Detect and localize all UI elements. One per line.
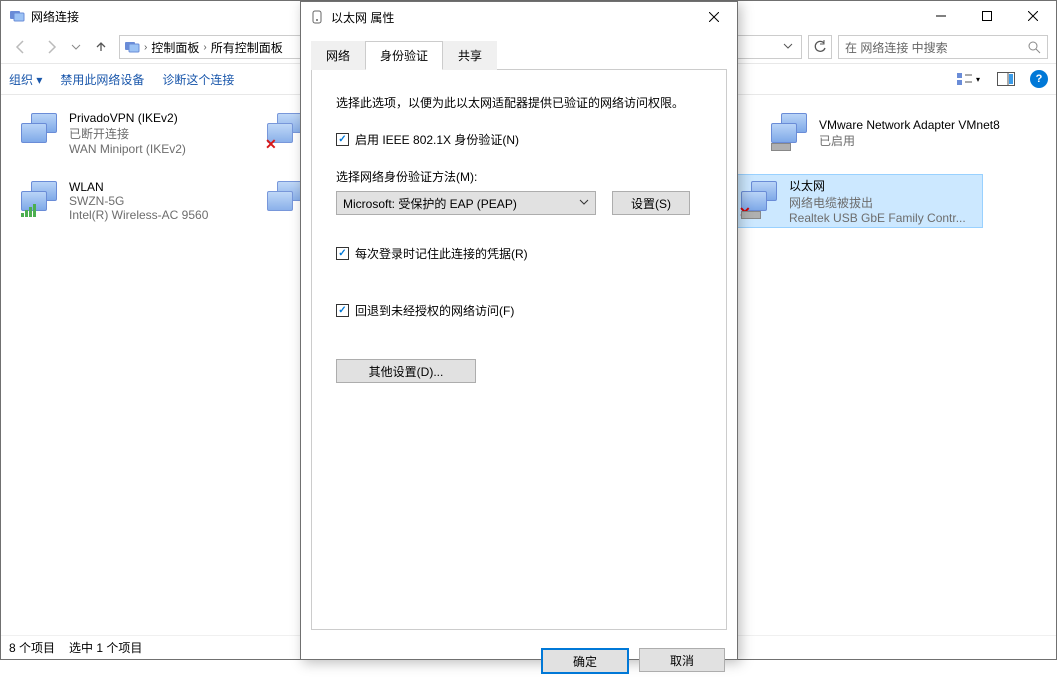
enable-8021x-label: 启用 IEEE 802.1X 身份验证(N)	[355, 131, 519, 148]
fallback-checkbox[interactable]: ✓	[336, 304, 349, 317]
auth-method-select[interactable]: Microsoft: 受保护的 EAP (PEAP)	[336, 191, 596, 215]
close-button[interactable]	[1010, 1, 1056, 31]
connection-name: WLAN	[69, 180, 208, 194]
connection-item[interactable]: ✕	[263, 106, 303, 160]
connection-device: Realtek USB GbE Family Contr...	[789, 211, 966, 225]
connection-item[interactable]: VMware Network Adapter VMnet8 已启用	[763, 106, 1013, 160]
connection-name: VMware Network Adapter VMnet8	[819, 118, 1000, 132]
up-button[interactable]	[89, 35, 113, 59]
forward-button[interactable]	[39, 35, 63, 59]
view-options-button[interactable]: ▾	[954, 68, 982, 90]
connection-status: 已启用	[819, 132, 1000, 149]
ok-button[interactable]: 确定	[541, 648, 629, 674]
vpn-icon	[17, 108, 65, 156]
chevron-down-icon	[579, 196, 589, 210]
preview-pane-button[interactable]	[992, 68, 1020, 90]
connection-item[interactable]: ✕ 以太网 网络电缆被拔出 Realtek USB GbE Family Con…	[733, 174, 983, 228]
dialog-close-button[interactable]	[691, 2, 737, 32]
remember-credentials-checkbox[interactable]: ✓	[336, 247, 349, 260]
breadcrumb-item[interactable]: 所有控制面板	[211, 39, 283, 56]
settings-button[interactable]: 设置(S)	[612, 191, 690, 215]
network-adapter-icon	[767, 108, 815, 156]
auth-method-label: 选择网络身份验证方法(M):	[336, 168, 702, 185]
minimize-button[interactable]	[918, 1, 964, 31]
maximize-button[interactable]	[964, 1, 1010, 31]
connection-item[interactable]	[263, 174, 303, 228]
description-text: 选择此选项，以便为此以太网适配器提供已验证的网络访问权限。	[336, 94, 702, 113]
enable-8021x-checkbox[interactable]: ✓	[336, 133, 349, 146]
dialog-titlebar: 以太网 属性	[301, 2, 737, 32]
chevron-right-icon: ›	[144, 42, 147, 53]
connection-name: 以太网	[789, 177, 966, 194]
fallback-label: 回退到未经授权的网络访问(F)	[355, 302, 514, 319]
search-input[interactable]: 在 网络连接 中搜索	[838, 35, 1048, 59]
organize-menu[interactable]: 组织 ▾	[9, 71, 42, 88]
connection-status: 已断开连接	[69, 125, 186, 142]
tab-strip: 网络 身份验证 共享	[311, 40, 727, 70]
disable-device-button[interactable]: 禁用此网络设备	[60, 71, 144, 88]
recent-dropdown[interactable]	[69, 35, 83, 59]
error-overlay-icon: ✕	[265, 136, 277, 153]
connection-status: 网络电缆被拔出	[789, 194, 966, 211]
diagnose-button[interactable]: 诊断这个连接	[162, 71, 234, 88]
item-count: 8 个项目	[9, 639, 55, 656]
network-icon	[9, 8, 25, 24]
refresh-button[interactable]	[808, 35, 832, 59]
auth-method-value: Microsoft: 受保护的 EAP (PEAP)	[343, 195, 517, 212]
back-button[interactable]	[9, 35, 33, 59]
search-placeholder: 在 网络连接 中搜索	[845, 39, 948, 56]
properties-icon	[309, 9, 325, 25]
connection-name: PrivadoVPN (IKEv2)	[69, 111, 186, 125]
connection-device: Intel(R) Wireless-AC 9560	[69, 208, 208, 222]
help-button[interactable]: ?	[1030, 70, 1048, 88]
ethernet-icon: ✕	[737, 176, 785, 224]
ethernet-properties-dialog: 以太网 属性 网络 身份验证 共享 选择此选项，以便为此以太网适配器提供已验证的…	[300, 1, 738, 660]
dialog-title: 以太网 属性	[331, 9, 394, 26]
selection-count: 选中 1 个项目	[69, 639, 142, 656]
connection-device: WAN Miniport (IKEv2)	[69, 142, 186, 156]
control-panel-icon	[124, 39, 140, 55]
connection-item[interactable]: WLAN SWZN-5G Intel(R) Wireless-AC 9560	[13, 174, 263, 228]
tab-authentication[interactable]: 身份验证	[365, 41, 443, 70]
cancel-button[interactable]: 取消	[639, 648, 725, 672]
network-connections-window: 网络连接 › 控制面板 › 所有控制面板 在 网络连接 中搜索 组织 ▾ 禁用此…	[0, 0, 1057, 660]
tab-panel-authentication: 选择此选项，以便为此以太网适配器提供已验证的网络访问权限。 ✓ 启用 IEEE …	[311, 70, 727, 630]
remember-credentials-label: 每次登录时记住此连接的凭据(R)	[355, 245, 528, 262]
tab-network[interactable]: 网络	[311, 41, 365, 70]
additional-settings-button[interactable]: 其他设置(D)...	[336, 359, 476, 383]
wifi-icon	[17, 176, 65, 224]
connection-item[interactable]: PrivadoVPN (IKEv2) 已断开连接 WAN Miniport (I…	[13, 106, 263, 160]
connection-status: SWZN-5G	[69, 194, 208, 208]
dialog-footer: 确定 取消	[301, 640, 737, 684]
dropdown-chevron-icon[interactable]	[783, 40, 793, 54]
breadcrumb-item[interactable]: 控制面板	[151, 39, 199, 56]
tab-sharing[interactable]: 共享	[443, 41, 497, 70]
window-title: 网络连接	[31, 8, 79, 25]
search-icon	[1027, 40, 1041, 54]
chevron-right-icon: ›	[203, 42, 206, 53]
